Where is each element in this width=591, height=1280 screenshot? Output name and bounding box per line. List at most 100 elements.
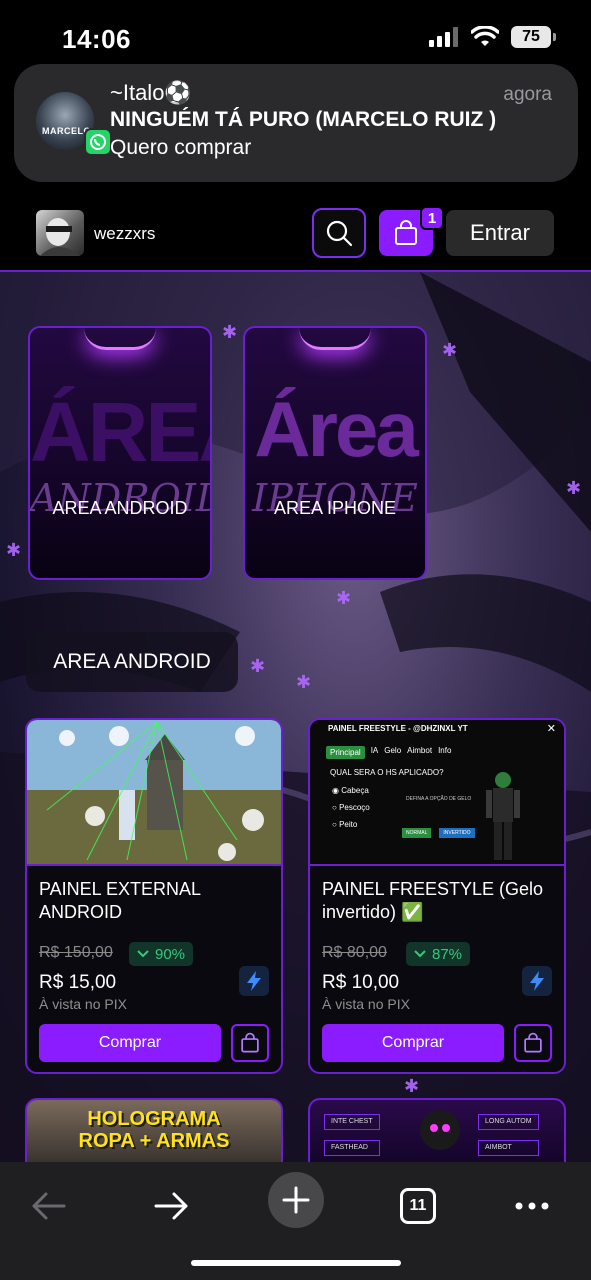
shopping-bag-icon: [395, 220, 417, 245]
panel-option: ◉ Cabeça: [332, 786, 369, 795]
category-art-title: ÁREA: [30, 385, 210, 479]
masked-character-icon: [420, 1110, 460, 1150]
svg-text:✱: ✱: [222, 322, 237, 342]
panel-preview-note: DEFINA A OPÇÃO DE GELO: [406, 796, 472, 802]
discount-badge: 90%: [129, 942, 194, 966]
price: R$ 10,00: [322, 972, 400, 993]
neon-light-decoration: [299, 328, 371, 350]
category-card-android[interactable]: ÁREA ANDROID AREA ANDROID: [28, 326, 212, 580]
product-name[interactable]: PAINEL FREESTYLE (Gelo invertido) ✅: [322, 878, 556, 924]
site-header: wezzxrs 1 Entrar: [0, 182, 591, 272]
product-card[interactable]: PAINEL EXTERNAL ANDROID R$ 150,00 90% R$…: [25, 718, 283, 1074]
svg-text:✱: ✱: [442, 340, 457, 360]
whatsapp-icon: [84, 128, 112, 156]
category-card-iphone[interactable]: Área IPHONE AREA IPHONE: [243, 326, 427, 580]
category-art-title: Área: [254, 385, 418, 473]
category-label: AREA ANDROID: [52, 498, 188, 518]
shopping-bag-icon: [241, 1032, 259, 1053]
panel-preview-question: QUAL SERA O HS APLICADO?: [330, 768, 444, 777]
svg-text:✱: ✱: [336, 588, 351, 608]
section-title: AREA ANDROID: [26, 632, 238, 692]
discount-value: 90%: [155, 945, 186, 963]
panel-tab: IA: [370, 746, 379, 755]
buy-button[interactable]: Comprar: [322, 1024, 504, 1062]
whatsapp-notification[interactable]: MARCELO ~Italo⚽ agora NINGUÉM TÁ PURO (M…: [14, 64, 578, 182]
discount-badge: 87%: [406, 942, 471, 966]
forward-button[interactable]: [152, 1176, 192, 1236]
tabs-count: 11: [400, 1188, 436, 1224]
arrow-right-icon: [154, 1192, 188, 1220]
old-price: R$ 150,00: [39, 944, 113, 961]
wifi-icon: [471, 26, 499, 46]
panel-option: ○ Peito: [332, 820, 358, 829]
back-button[interactable]: [28, 1176, 68, 1236]
peek-menu-item: INTE CHEST: [324, 1114, 380, 1130]
category-label: AREA IPHONE: [273, 498, 397, 518]
lightning-icon: [239, 966, 269, 996]
panel-tab: Aimbot: [407, 746, 433, 755]
product-card[interactable]: PAINEL FREESTYLE - @DHZINXL YT ✕ Princip…: [308, 718, 566, 1074]
panel-button: INVERTIDO: [439, 828, 475, 838]
panel-tab: Gelo: [384, 746, 402, 755]
svg-text:✱: ✱: [250, 656, 265, 676]
price: R$ 15,00: [39, 972, 117, 993]
add-to-cart-button[interactable]: [231, 1024, 269, 1062]
product-card-peek[interactable]: INTE CHEST FASTHEAD LONG AUTOM AIMBOT: [308, 1098, 566, 1162]
svg-text:✱: ✱: [566, 478, 581, 498]
battery-indicator: 75: [511, 26, 556, 48]
panel-preview-title: PAINEL FREESTYLE - @DHZINXL YT: [328, 724, 468, 733]
home-indicator[interactable]: [191, 1260, 401, 1266]
notification-message: Quero comprar: [110, 136, 252, 159]
svg-text:✱: ✱: [404, 1076, 419, 1096]
product-card-peek[interactable]: HOLOGRAMA ROPA + ARMAS: [25, 1098, 283, 1162]
panel-option: ○ Pescoço: [332, 803, 370, 812]
panel-tab: Principal: [326, 746, 365, 759]
peek-menu-item: AIMBOT: [478, 1140, 539, 1156]
more-dots-icon: [515, 1202, 549, 1210]
payment-note: À vista no PIX: [322, 996, 410, 1012]
search-icon: [326, 220, 353, 247]
add-to-cart-button[interactable]: [514, 1024, 552, 1062]
notification-title: NINGUÉM TÁ PURO (MARCELO RUIZ ): [110, 108, 497, 131]
search-button[interactable]: [312, 208, 366, 258]
product-name[interactable]: PAINEL EXTERNAL ANDROID: [39, 878, 273, 924]
discount-value: 87%: [432, 945, 463, 963]
cart-count-badge: 1: [420, 206, 444, 230]
character-figure: [486, 772, 520, 860]
panel-preview-options: ◉ Cabeça ○ Pescoço ○ Peito: [332, 782, 370, 833]
panel-preview-tabs: Principal IA Gelo Aimbot Info: [326, 746, 451, 759]
neon-light-decoration: [84, 328, 156, 350]
payment-note: À vista no PIX: [39, 996, 127, 1012]
plus-icon: [282, 1186, 310, 1214]
shopping-bag-icon: [524, 1032, 542, 1053]
svg-text:✱: ✱: [6, 540, 21, 560]
buy-button[interactable]: Comprar: [39, 1024, 221, 1062]
peek-menu-left: INTE CHEST FASTHEAD: [324, 1114, 380, 1156]
lightning-icon: [522, 966, 552, 996]
notification-sender: ~Italo⚽: [110, 80, 192, 105]
product-image: PAINEL FREESTYLE - @DHZINXL YT ✕ Princip…: [310, 720, 564, 866]
peek-menu-item: LONG AUTOM: [478, 1114, 539, 1130]
status-time: 14:06: [62, 24, 131, 54]
cellular-signal-icon: [429, 27, 458, 47]
new-tab-button[interactable]: [268, 1172, 324, 1228]
old-price: R$ 80,00: [322, 944, 387, 961]
peek-banner-line1: HOLOGRAMA: [87, 1108, 221, 1130]
status-icons: 75: [429, 26, 556, 48]
svg-text:✱: ✱: [296, 672, 311, 692]
more-menu-button[interactable]: [510, 1176, 554, 1236]
site-logo[interactable]: [36, 210, 84, 256]
panel-tab: Info: [438, 746, 452, 755]
notification-time: agora: [503, 84, 552, 105]
panel-preview-buttons: NORMAL INVERTIDO: [402, 828, 475, 838]
tabs-button[interactable]: 11: [398, 1176, 438, 1236]
chevron-down-icon: [414, 950, 426, 958]
site-name[interactable]: wezzxrs: [94, 224, 155, 244]
close-icon: ✕: [546, 723, 556, 735]
peek-menu-right: LONG AUTOM AIMBOT: [478, 1114, 539, 1156]
arrow-left-icon: [32, 1192, 66, 1220]
product-image: [27, 720, 281, 866]
login-button[interactable]: Entrar: [446, 210, 554, 256]
peek-menu-item: FASTHEAD: [324, 1140, 380, 1156]
chevron-down-icon: [137, 950, 149, 958]
